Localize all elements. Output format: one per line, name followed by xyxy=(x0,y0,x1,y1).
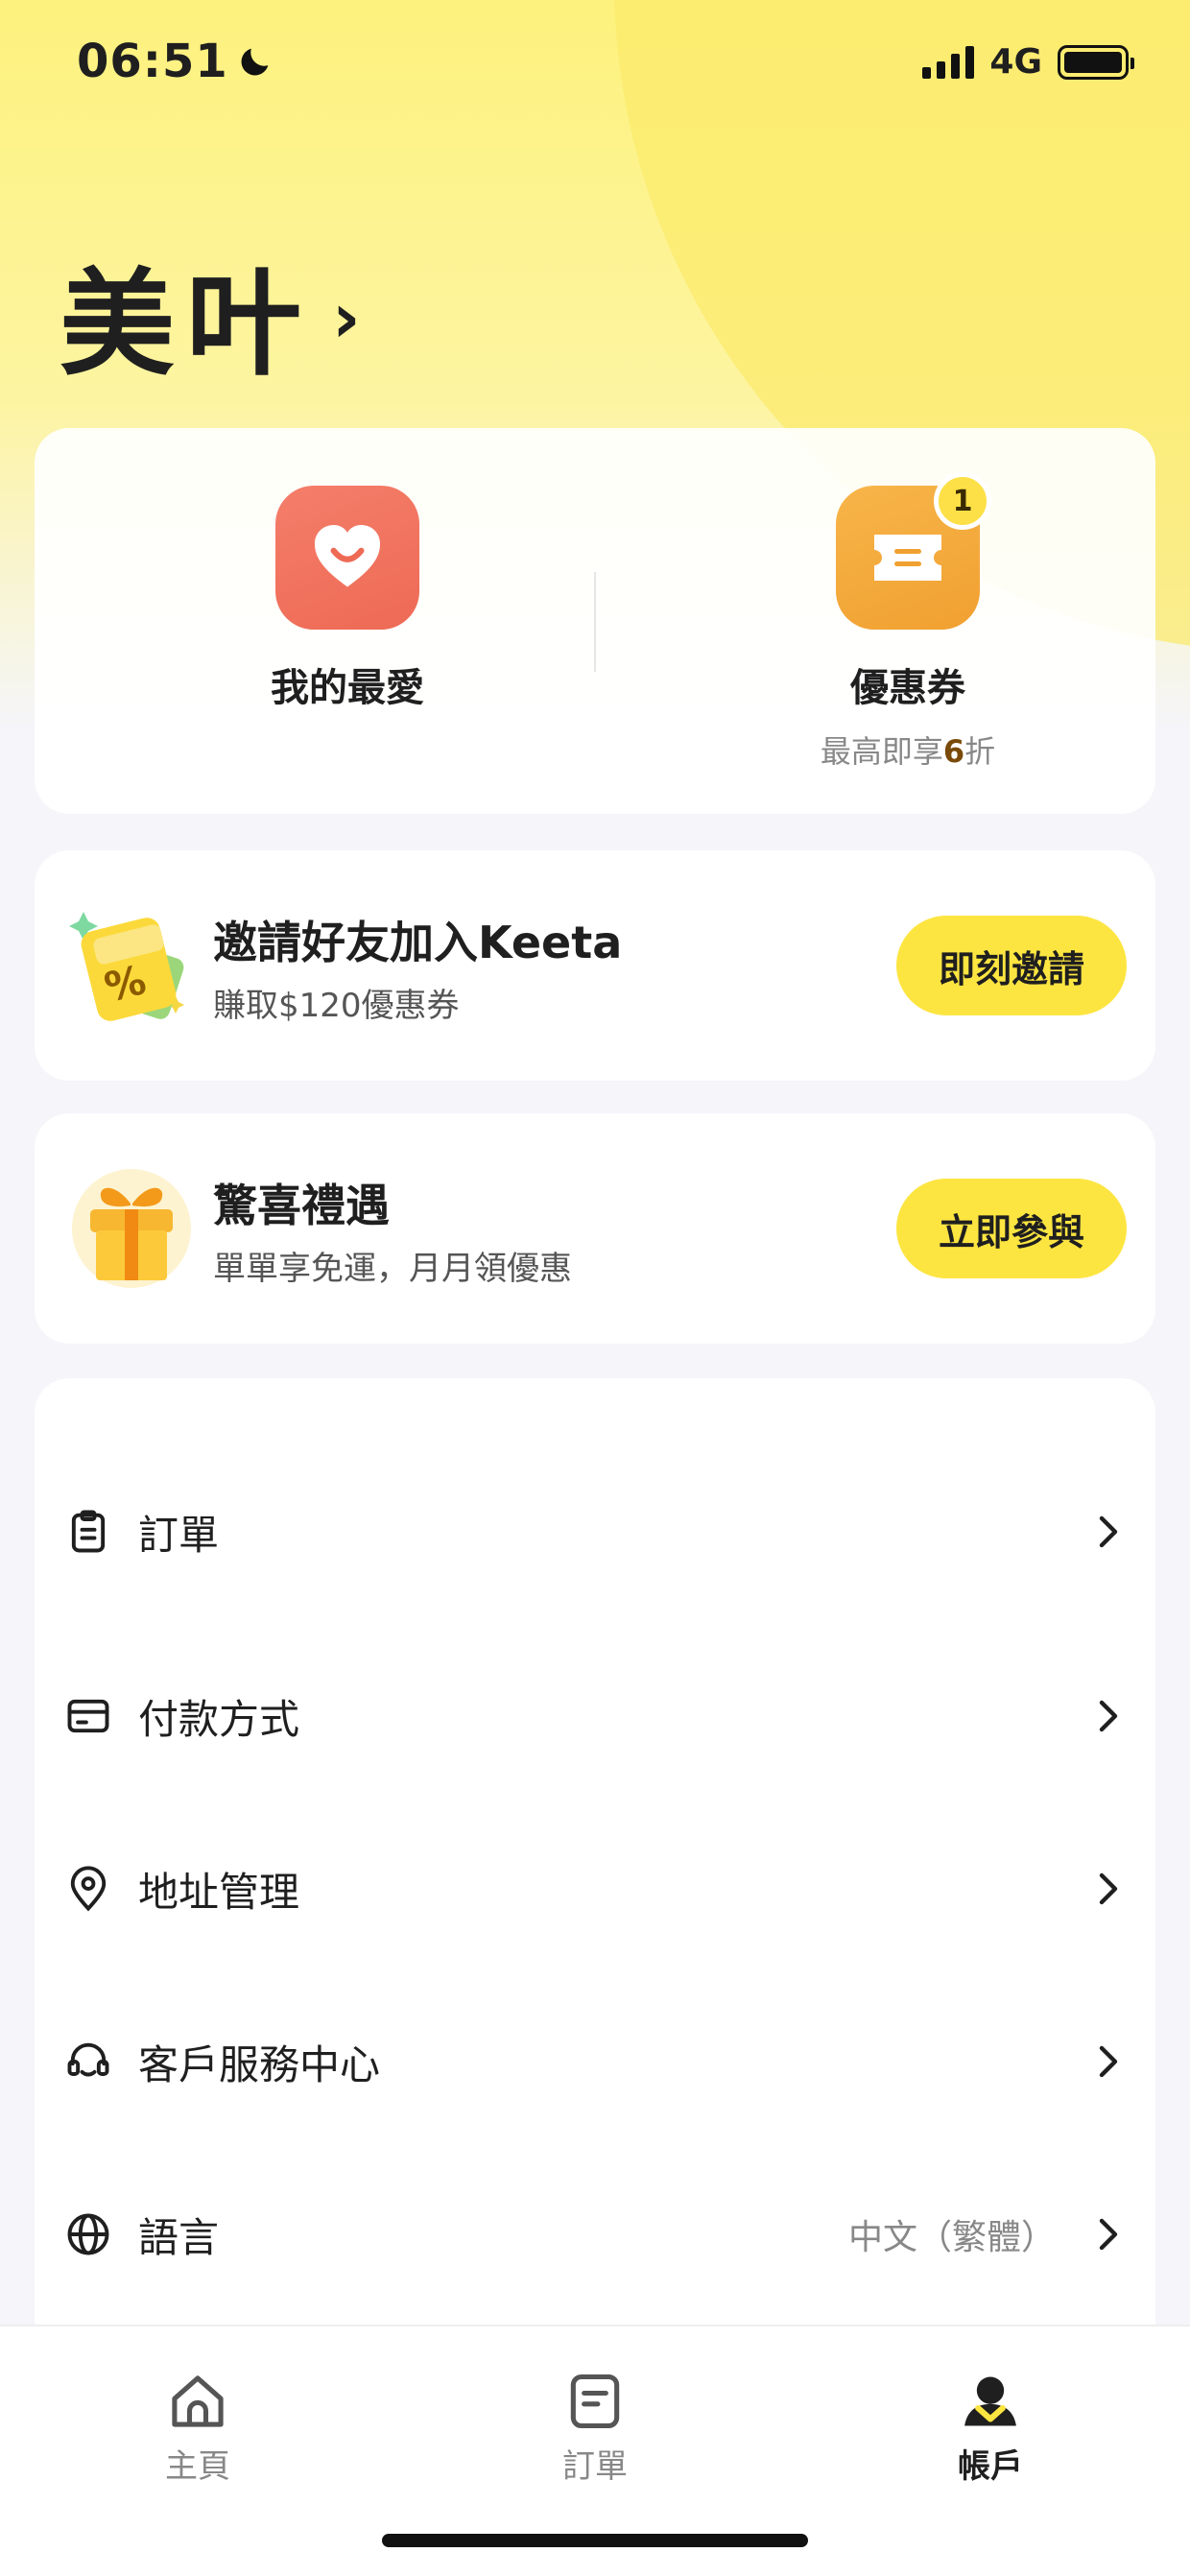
ticket-icon: 1 xyxy=(836,472,991,630)
tab-account-label: 帳戶 xyxy=(958,2447,1023,2486)
status-indicators: 4G xyxy=(922,42,1134,82)
coupon-ticket-icon: % xyxy=(69,912,184,1021)
tab-orders-label: 訂單 xyxy=(562,2447,628,2486)
favorites-button[interactable]: 我的最愛 xyxy=(175,486,520,712)
gift-title: 驚喜禮遇 xyxy=(213,1180,390,1231)
gift-box-icon xyxy=(72,1169,191,1288)
headset-icon xyxy=(67,2042,109,2077)
menu-label-payment: 付款方式 xyxy=(138,1695,300,1743)
tab-home[interactable]: 主頁 xyxy=(102,2369,294,2487)
coupons-button[interactable]: 1 優惠券 最高即享6折 xyxy=(735,472,1081,772)
invite-title: 邀請好友加入Keeta xyxy=(213,917,623,968)
user-icon xyxy=(964,2376,1016,2426)
signal-icon xyxy=(922,45,975,79)
menu-item-address[interactable]: 地址管理 xyxy=(35,1831,1155,1946)
tab-home-label: 主頁 xyxy=(165,2447,230,2486)
home-indicator xyxy=(382,2534,808,2547)
invite-subtitle: 賺取$120優惠券 xyxy=(213,987,460,1025)
invite-friends-card[interactable]: % 邀請好友加入Keeta 賺取$120優惠券 即刻邀請 xyxy=(35,850,1155,1081)
surprise-gift-card[interactable]: 驚喜禮遇 單單享免運，月月領優惠 立即參與 xyxy=(35,1113,1155,1344)
invite-now-button[interactable]: 即刻邀請 xyxy=(896,916,1127,1015)
chevron-right-icon xyxy=(1099,1872,1118,1905)
clipboard-icon xyxy=(71,1510,106,1553)
location-pin-icon xyxy=(70,1866,107,1912)
status-bar: 06:51 4G xyxy=(0,0,1190,131)
menu-label-support: 客戶服務中心 xyxy=(138,2040,381,2088)
coupon-count-badge: 1 xyxy=(934,472,991,530)
order-list-icon xyxy=(570,2373,620,2429)
menu-item-orders[interactable]: 訂單 xyxy=(35,1474,1155,1589)
profile-name: 美叶 xyxy=(60,258,313,392)
heart-icon xyxy=(275,486,419,630)
settings-menu: 訂單 付款方式 地址管理 客戶服務中心 語言 中文（繁體） xyxy=(35,1378,1155,2338)
network-type: 4G xyxy=(989,42,1042,82)
language-value: 中文（繁體） xyxy=(847,2218,1056,2257)
quick-actions-card: 我的最愛 1 優惠券 最高即享6折 xyxy=(35,428,1155,814)
coupons-subtitle: 最高即享6折 xyxy=(820,733,996,770)
menu-item-language[interactable]: 語言 中文（繁體） xyxy=(35,2177,1155,2292)
chevron-right-icon xyxy=(1099,2045,1118,2078)
status-time: 06:51 xyxy=(77,35,274,88)
battery-icon xyxy=(1058,44,1134,80)
favorites-label: 我的最愛 xyxy=(271,666,424,710)
chevron-right-icon xyxy=(1099,1515,1118,1548)
tab-account[interactable]: 帳戶 xyxy=(894,2369,1086,2487)
home-icon xyxy=(172,2375,224,2427)
divider xyxy=(594,572,596,672)
menu-label-address: 地址管理 xyxy=(138,1868,300,1916)
chevron-right-icon xyxy=(1099,2218,1118,2251)
menu-label-orders: 訂單 xyxy=(138,1511,220,1559)
tab-orders[interactable]: 訂單 xyxy=(499,2369,691,2487)
chevron-right-icon: › xyxy=(332,277,361,358)
clock-text: 06:51 xyxy=(77,35,228,88)
menu-label-language: 語言 xyxy=(138,2213,220,2261)
gift-subtitle: 單單享免運，月月領優惠 xyxy=(213,1250,572,1288)
menu-item-payment[interactable]: 付款方式 xyxy=(35,1658,1155,1774)
credit-card-icon xyxy=(67,1699,109,1733)
menu-item-support[interactable]: 客戶服務中心 xyxy=(35,2004,1155,2119)
moon-icon xyxy=(241,48,269,76)
profile-name-link[interactable]: 美叶 › xyxy=(60,230,361,397)
coupons-label: 優惠券 xyxy=(850,666,965,710)
chevron-right-icon xyxy=(1099,1700,1118,1732)
join-now-button[interactable]: 立即參與 xyxy=(896,1179,1127,1278)
globe-icon xyxy=(67,2213,109,2255)
